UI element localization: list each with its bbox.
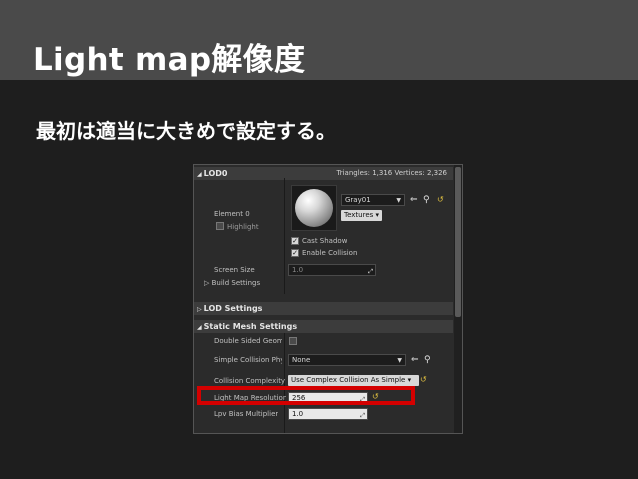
slide-title: Light map解像度: [33, 42, 306, 78]
static-mesh-settings-category-header[interactable]: ◢ Static Mesh Settings: [194, 320, 453, 333]
lod-settings-header-label: LOD Settings: [203, 304, 263, 313]
textures-label: Textures: [344, 211, 374, 219]
chevron-down-icon: ▼: [396, 197, 401, 204]
spinner-icon: ⤢: [360, 412, 365, 419]
browse-search-icon[interactable]: ⚲: [424, 355, 431, 365]
collision-complexity-value: Use Complex Collision As Simple: [291, 376, 406, 384]
enable-collision-label: Enable Collision: [302, 249, 358, 257]
collision-complexity-combo[interactable]: Use Complex Collision As Simple ▾: [288, 375, 419, 386]
build-settings-row[interactable]: ▷ Build Settings: [204, 279, 260, 287]
lpv-bias-input[interactable]: 1.0 ⤢: [288, 408, 368, 420]
lod-settings-category-header[interactable]: ▷ LOD Settings: [194, 302, 453, 315]
scrollbar-thumb[interactable]: [455, 167, 461, 317]
cast-shadow-checkbox[interactable]: ✓: [291, 237, 299, 245]
textures-dropdown-button[interactable]: Textures ▾: [341, 210, 383, 221]
cast-shadow-label: Cast Shadow: [302, 237, 348, 245]
spinner-icon: ⤢: [368, 268, 373, 275]
simple-collision-combo[interactable]: None ▼: [288, 354, 406, 366]
screen-size-label: Screen Size: [214, 266, 255, 274]
vertical-scrollbar[interactable]: [454, 165, 462, 433]
material-sphere-preview: [295, 189, 333, 227]
build-settings-label: Build Settings: [211, 279, 261, 287]
screen-size-input[interactable]: 1.0 ⤢: [288, 264, 376, 276]
column-divider: [284, 178, 285, 294]
light-map-resolution-highlight: [197, 386, 415, 405]
collapse-triangle-icon: ◢: [197, 324, 202, 331]
screen-size-value: 1.0: [292, 266, 304, 274]
static-mesh-settings-header-label: Static Mesh Settings: [203, 322, 298, 331]
reset-default-icon[interactable]: ↺: [420, 375, 427, 385]
collapse-triangle-icon: ◢: [197, 171, 202, 178]
highlight-label: Highlight: [227, 223, 259, 231]
use-selected-arrow-icon[interactable]: ⇐: [410, 195, 418, 205]
lod0-category-header[interactable]: ◢ LOD0 Triangles: 1,316 Vertices: 2,326: [194, 167, 453, 180]
lpv-bias-value: 1.0: [292, 410, 304, 418]
simple-collision-label: Simple Collision Phy: [214, 356, 282, 364]
material-thumbnail[interactable]: [291, 185, 337, 231]
collision-complexity-label: Collision Complexity: [214, 377, 286, 385]
lod0-stats: Triangles: 1,316 Vertices: 2,326: [336, 169, 447, 177]
material-name: Gray01: [345, 196, 371, 204]
slide-subtitle: 最初は適当に大きめで設定する。: [36, 119, 336, 143]
use-selected-arrow-icon[interactable]: ⇐: [411, 355, 419, 365]
expand-triangle-icon: ▷: [197, 306, 202, 313]
browse-search-icon[interactable]: ⚲: [423, 195, 430, 205]
chevron-down-icon: ▼: [397, 357, 402, 364]
enable-collision-checkbox[interactable]: ✓: [291, 249, 299, 257]
expand-triangle-icon: ▷: [204, 279, 212, 287]
lod0-header-label: LOD0: [203, 169, 228, 178]
lpv-bias-label: Lpv Bias Multiplier: [214, 410, 279, 418]
double-sided-checkbox[interactable]: [289, 337, 297, 345]
highlight-checkbox[interactable]: [216, 222, 224, 230]
element-0-label: Element 0: [214, 210, 250, 218]
double-sided-label: Double Sided Geome: [214, 337, 282, 345]
reset-default-icon[interactable]: ↺: [437, 195, 444, 205]
simple-collision-value: None: [292, 356, 311, 364]
material-combo[interactable]: Gray01 ▼: [341, 194, 405, 206]
